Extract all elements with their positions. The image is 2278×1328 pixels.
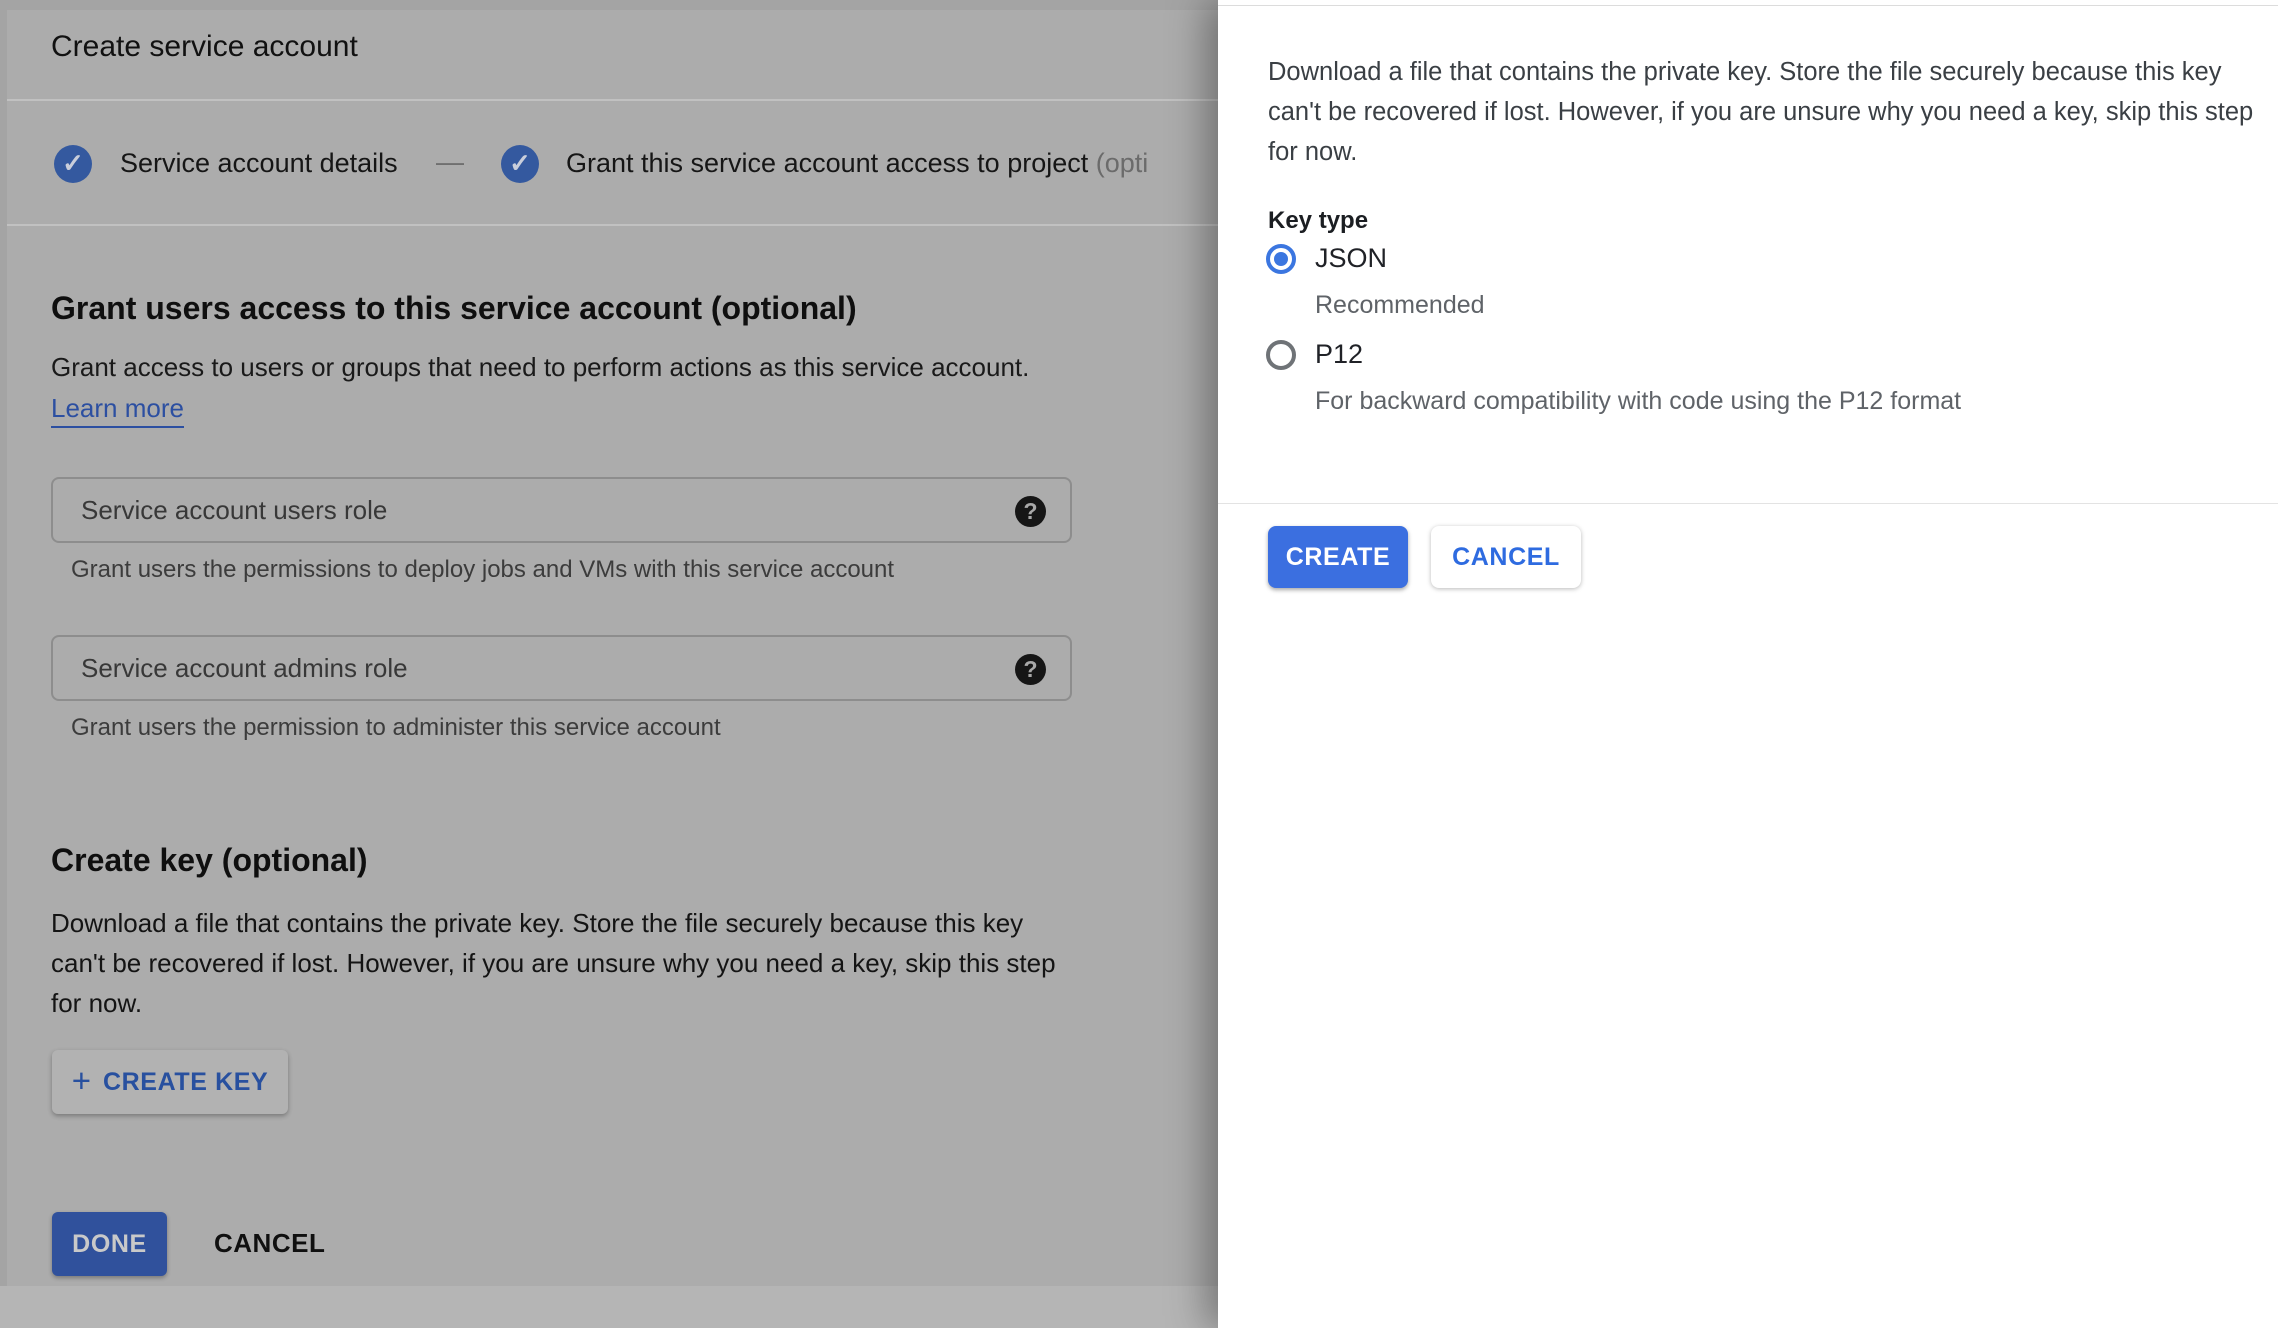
radio-unselected-icon[interactable] bbox=[1266, 340, 1296, 370]
stepper-connector: — bbox=[436, 146, 464, 178]
help-icon[interactable]: ? bbox=[1015, 496, 1046, 527]
plus-icon: + bbox=[72, 1064, 91, 1097]
step2-label-text: Grant this service account access to pro… bbox=[566, 148, 1096, 178]
service-account-users-role-input[interactable] bbox=[81, 479, 981, 541]
checkmark-icon: ✓ bbox=[509, 150, 531, 176]
p12-option-label: P12 bbox=[1315, 339, 1363, 370]
create-key-button[interactable]: + CREATE KEY bbox=[52, 1050, 288, 1114]
checkmark-icon: ✓ bbox=[62, 150, 84, 176]
panel-actions-divider bbox=[1218, 503, 2278, 504]
create-button[interactable]: CREATE bbox=[1268, 526, 1408, 588]
learn-more-link[interactable]: Learn more bbox=[51, 393, 184, 428]
radio-dot bbox=[1274, 252, 1288, 266]
grant-users-description: Grant access to users or groups that nee… bbox=[51, 352, 1201, 383]
step1-label[interactable]: Service account details bbox=[120, 148, 398, 179]
service-account-admins-role-field[interactable]: ? bbox=[51, 635, 1072, 701]
help-icon[interactable]: ? bbox=[1015, 654, 1046, 685]
radio-selected-icon[interactable] bbox=[1266, 244, 1296, 274]
done-button[interactable]: DONE bbox=[52, 1212, 167, 1276]
create-service-account-screen: Create service account ✓ Service account… bbox=[0, 0, 2278, 1328]
step2-label-optional: (opti bbox=[1096, 148, 1149, 178]
json-option-sublabel: Recommended bbox=[1315, 291, 1485, 320]
p12-option-sublabel: For backward compatibility with code usi… bbox=[1315, 387, 1961, 416]
panel-description: Download a file that contains the privat… bbox=[1268, 52, 2268, 172]
service-account-users-role-field[interactable]: ? bbox=[51, 477, 1072, 543]
create-key-description: Download a file that contains the privat… bbox=[51, 903, 1056, 1023]
grant-users-heading: Grant users access to this service accou… bbox=[51, 290, 857, 327]
key-type-option-p12[interactable]: P12 bbox=[1266, 339, 1363, 370]
users-role-helper-text: Grant users the permissions to deploy jo… bbox=[71, 556, 894, 584]
key-type-label: Key type bbox=[1268, 207, 1368, 235]
create-key-heading: Create key (optional) bbox=[51, 842, 368, 879]
page-left-strip bbox=[0, 0, 7, 1286]
key-type-option-json[interactable]: JSON bbox=[1266, 243, 1387, 274]
step2-complete-icon: ✓ bbox=[501, 145, 539, 183]
page-title: Create service account bbox=[51, 30, 358, 64]
create-key-button-label: CREATE KEY bbox=[103, 1068, 268, 1097]
step2-label[interactable]: Grant this service account access to pro… bbox=[566, 148, 1148, 179]
json-option-label: JSON bbox=[1315, 243, 1387, 274]
service-account-admins-role-input[interactable] bbox=[81, 637, 981, 699]
dialog-cancel-button[interactable]: CANCEL bbox=[214, 1228, 325, 1259]
step1-complete-icon: ✓ bbox=[54, 145, 92, 183]
panel-top-divider bbox=[1218, 5, 2278, 6]
admins-role-helper-text: Grant users the permission to administer… bbox=[71, 714, 721, 742]
panel-cancel-button[interactable]: CANCEL bbox=[1431, 526, 1581, 588]
create-key-panel: Download a file that contains the privat… bbox=[1218, 0, 2278, 1328]
